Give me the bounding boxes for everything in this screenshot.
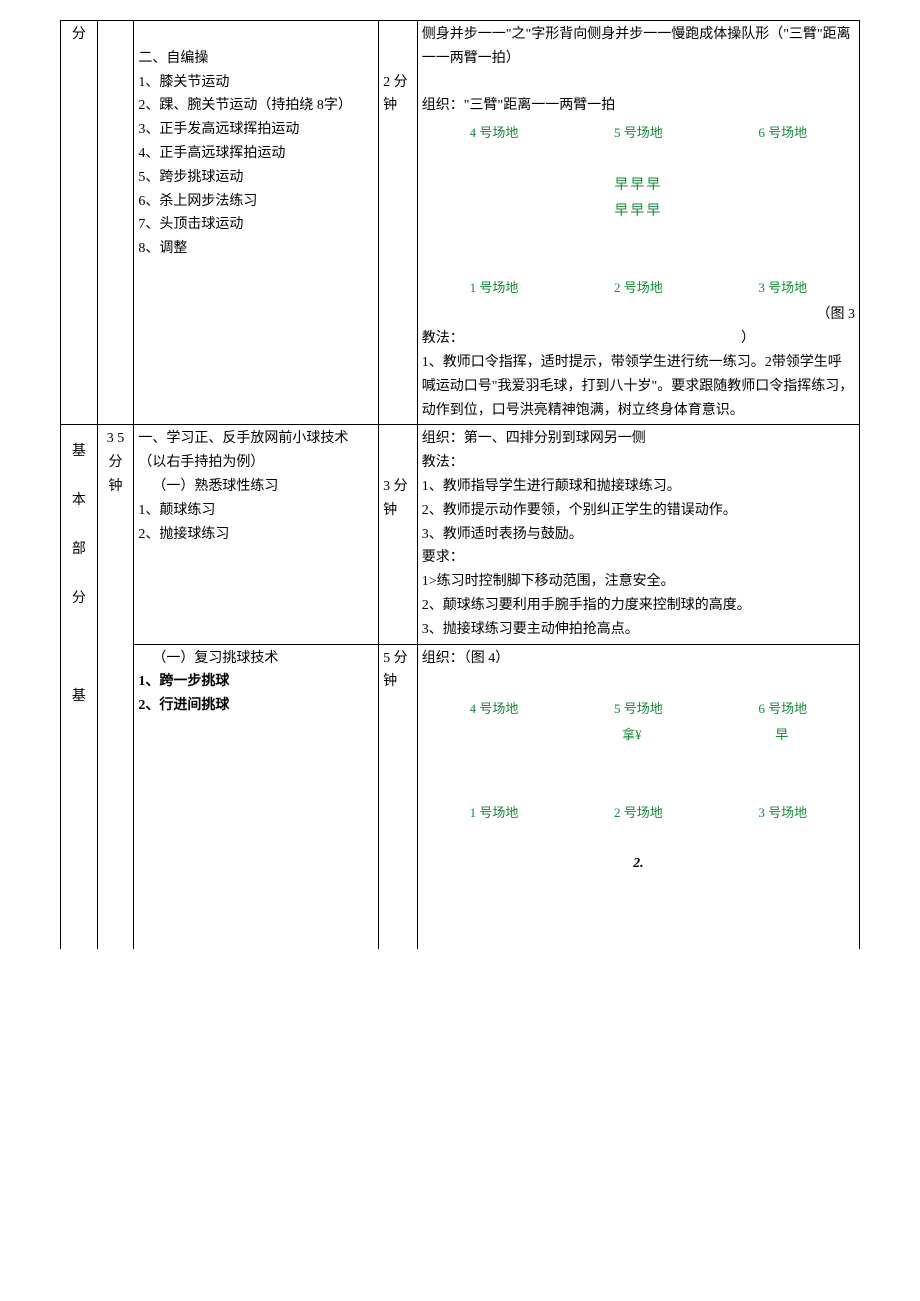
- footer-number: 2.: [422, 852, 855, 876]
- mid-symbols-row: 拿¥ 早: [422, 724, 855, 746]
- time-text: 3 5 分钟: [107, 431, 125, 494]
- teach-item: 1、教师指导学生进行颠球和抛接球练习。: [422, 475, 855, 499]
- char: 部: [65, 525, 93, 574]
- courts-top-row: 4 号场地 5 号场地 6 号场地: [422, 698, 855, 720]
- item: 1、颠球练习: [138, 499, 374, 523]
- section-b-content: （一）复习挑球技术 1、跨一步挑球 2、行进间挑球: [134, 644, 379, 949]
- time-text: 3 分钟: [383, 479, 408, 518]
- item: 8、调整: [138, 237, 374, 261]
- time-cell: 2 分钟: [379, 21, 418, 425]
- court-label: 1 号场地: [470, 277, 519, 299]
- req-item: 2、颠球练习要利用手腕手指的力度来控制球的高度。: [422, 594, 855, 618]
- figure-close: ）: [741, 327, 855, 351]
- courts-top-row: 4 号场地 5 号场地 6 号场地: [422, 122, 855, 144]
- section-a-method: 组织：第一、四排分别到球网另一侧 教法： 1、教师指导学生进行颠球和抛接球练习。…: [417, 425, 859, 644]
- organize-text: 组织："三臂"距离一一两臂一拍: [422, 94, 855, 118]
- char: 本: [65, 476, 93, 525]
- item: 5、跨步挑球运动: [138, 166, 374, 190]
- empty-col: [97, 21, 134, 425]
- court-label: 4 号场地: [470, 122, 519, 144]
- court-label: 2 号场地: [614, 277, 663, 299]
- section-b-method: 组织：（图 4） 4 号场地 5 号场地 6 号场地 拿¥ 早 1 号场地 2 …: [417, 644, 859, 949]
- item: 1、膝关节运动: [138, 71, 374, 95]
- warmup-content-cell: 二、自编操 1、膝关节运动 2、踝、腕关节运动（持拍绕 8字） 3、正手发高远球…: [134, 21, 379, 425]
- phase-label-main: 基 本 部 分 基: [61, 425, 98, 949]
- item: 7、头顶击球运动: [138, 213, 374, 237]
- time-text: 2 分钟: [383, 75, 408, 114]
- court-label: 5 号场地: [614, 122, 663, 144]
- formation-symbol: 早: [775, 724, 788, 746]
- court-label: 1 号场地: [470, 802, 519, 824]
- court-label: 5 号场地: [614, 698, 663, 720]
- section-heading: （一）复习挑球技术: [138, 647, 374, 671]
- warmup-method-cell: 侧身并步一一"之"字形背向侧身并步一一慢跑成体操队形（"三臂"距离一一两臂一拍）…: [417, 21, 859, 425]
- item: 1、跨一步挑球: [138, 670, 374, 694]
- court-label: 6 号场地: [758, 122, 807, 144]
- item: 6、杀上网步法练习: [138, 190, 374, 214]
- subheading: （一）熟悉球性练习: [138, 475, 374, 499]
- courts-bottom-row: 1 号场地 2 号场地 3 号场地: [422, 802, 855, 824]
- intro-text: 侧身并步一一"之"字形背向侧身并步一一慢跑成体操队形（"三臂"距离一一两臂一拍）: [422, 23, 855, 71]
- formation-symbols: 早早早: [422, 200, 855, 224]
- lesson-plan-table: 分 二、自编操 1、膝关节运动 2、踝、腕关节运动（持拍绕 8字） 3、正手发高…: [60, 20, 860, 949]
- item: 2、抛接球练习: [138, 523, 374, 547]
- section-a-content: 一、学习正、反手放网前小球技术（以右手持拍为例） （一）熟悉球性练习 1、颠球练…: [134, 425, 379, 644]
- court-label: 6 号场地: [758, 698, 807, 720]
- item: 2、行进间挑球: [138, 694, 374, 718]
- item: 2、踝、腕关节运动（持拍绕 8字）: [138, 94, 374, 118]
- section-a-time: 3 分钟: [379, 425, 418, 644]
- teach-line: 1、教师口令指挥，适时提示，带领学生进行统一练习。2带领学生呼喊运动口号"我爱羽…: [422, 351, 855, 422]
- court-label: 4 号场地: [470, 698, 519, 720]
- teach-heading: 教法：: [422, 451, 855, 475]
- teach-item: 3、教师适时表扬与鼓励。: [422, 523, 855, 547]
- total-time-cell: 3 5 分钟: [97, 425, 134, 949]
- warmup-heading: 二、自编操: [138, 47, 374, 71]
- court-label: 2 号场地: [614, 802, 663, 824]
- req-item: 1>练习时控制脚下移动范围，注意安全。: [422, 570, 855, 594]
- court-label: 3 号场地: [758, 277, 807, 299]
- formation-symbols: 早早早: [422, 174, 855, 198]
- time-text: 5 分钟: [383, 651, 408, 690]
- teach-heading: 教法：: [422, 327, 464, 351]
- item: 3、正手发高远球挥拍运动: [138, 118, 374, 142]
- teach-item: 2、教师提示动作要领，个别纠正学生的错误动作。: [422, 499, 855, 523]
- figure-label: （图 3: [422, 303, 855, 327]
- court-label: 3 号场地: [758, 802, 807, 824]
- organize-text: 组织：（图 4）: [422, 647, 855, 671]
- item: 4、正手高远球挥拍运动: [138, 142, 374, 166]
- text: 分: [65, 23, 93, 47]
- char: 分: [65, 574, 93, 623]
- req-heading: 要求：: [422, 546, 855, 570]
- section-b-time: 5 分钟: [379, 644, 418, 949]
- char: 基: [65, 672, 93, 721]
- organize-text: 组织：第一、四排分别到球网另一侧: [422, 427, 855, 451]
- char: 基: [65, 427, 93, 476]
- courts-bottom-row: 1 号场地 2 号场地 3 号场地: [422, 277, 855, 299]
- formation-symbol: 拿¥: [622, 724, 642, 746]
- section-heading: 一、学习正、反手放网前小球技术（以右手持拍为例）: [138, 427, 374, 475]
- phase-label-fen: 分: [61, 21, 98, 425]
- req-item: 3、抛接球练习要主动伸拍抢高点。: [422, 618, 855, 642]
